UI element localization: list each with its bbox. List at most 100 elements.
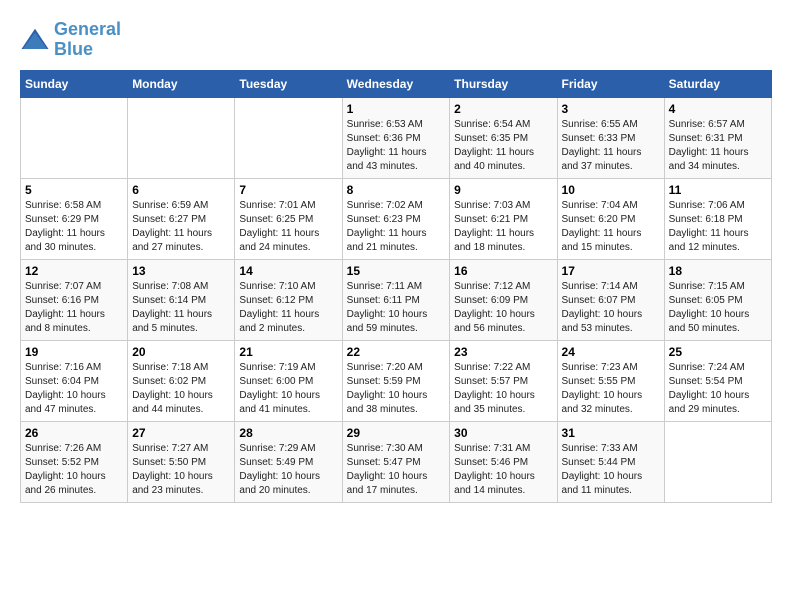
day-number: 31 bbox=[562, 426, 660, 440]
day-info: Sunrise: 7:27 AM Sunset: 5:50 PM Dayligh… bbox=[132, 442, 230, 498]
day-cell: 18 Sunrise: 7:15 AM Sunset: 6:05 PM Dayli… bbox=[664, 259, 771, 340]
day-info: Sunrise: 6:57 AM Sunset: 6:31 PM Dayligh… bbox=[669, 118, 767, 174]
day-number: 3 bbox=[562, 102, 660, 116]
day-number: 10 bbox=[562, 183, 660, 197]
day-cell: 19 Sunrise: 7:16 AM Sunset: 6:04 PM Dayli… bbox=[21, 340, 128, 421]
day-cell: 14 Sunrise: 7:10 AM Sunset: 6:12 PM Dayli… bbox=[235, 259, 342, 340]
weekday-header-row: SundayMondayTuesdayWednesdayThursdayFrid… bbox=[21, 70, 772, 97]
day-cell: 6 Sunrise: 6:59 AM Sunset: 6:27 PM Daylig… bbox=[128, 178, 235, 259]
day-info: Sunrise: 7:16 AM Sunset: 6:04 PM Dayligh… bbox=[25, 361, 123, 417]
day-cell: 22 Sunrise: 7:20 AM Sunset: 5:59 PM Dayli… bbox=[342, 340, 450, 421]
day-cell: 3 Sunrise: 6:55 AM Sunset: 6:33 PM Daylig… bbox=[557, 97, 664, 178]
day-info: Sunrise: 7:02 AM Sunset: 6:23 PM Dayligh… bbox=[347, 199, 446, 255]
day-cell: 2 Sunrise: 6:54 AM Sunset: 6:35 PM Daylig… bbox=[450, 97, 557, 178]
day-number: 28 bbox=[239, 426, 337, 440]
day-cell: 5Sunrise: 6:58 AM Sunset: 6:29 PM Daylig… bbox=[21, 178, 128, 259]
day-info: Sunrise: 7:22 AM Sunset: 5:57 PM Dayligh… bbox=[454, 361, 552, 417]
day-info: Sunrise: 6:54 AM Sunset: 6:35 PM Dayligh… bbox=[454, 118, 552, 174]
day-number: 15 bbox=[347, 264, 446, 278]
day-cell: 13 Sunrise: 7:08 AM Sunset: 6:14 PM Dayli… bbox=[128, 259, 235, 340]
day-cell: 31 Sunrise: 7:33 AM Sunset: 5:44 PM Dayli… bbox=[557, 421, 664, 502]
day-cell: 17 Sunrise: 7:14 AM Sunset: 6:07 PM Dayli… bbox=[557, 259, 664, 340]
weekday-monday: Monday bbox=[128, 70, 235, 97]
day-number: 16 bbox=[454, 264, 552, 278]
day-cell: 1 Sunrise: 6:53 AM Sunset: 6:36 PM Daylig… bbox=[342, 97, 450, 178]
day-info: Sunrise: 7:11 AM Sunset: 6:11 PM Dayligh… bbox=[347, 280, 446, 336]
day-info: Sunrise: 7:31 AM Sunset: 5:46 PM Dayligh… bbox=[454, 442, 552, 498]
day-info: Sunrise: 7:18 AM Sunset: 6:02 PM Dayligh… bbox=[132, 361, 230, 417]
day-number: 6 bbox=[132, 183, 230, 197]
day-info: Sunrise: 7:20 AM Sunset: 5:59 PM Dayligh… bbox=[347, 361, 446, 417]
day-number: 29 bbox=[347, 426, 446, 440]
day-info: Sunrise: 6:58 AM Sunset: 6:29 PM Dayligh… bbox=[25, 199, 123, 255]
day-cell: 24 Sunrise: 7:23 AM Sunset: 5:55 PM Dayli… bbox=[557, 340, 664, 421]
day-cell: 9 Sunrise: 7:03 AM Sunset: 6:21 PM Daylig… bbox=[450, 178, 557, 259]
day-number: 9 bbox=[454, 183, 552, 197]
day-info: Sunrise: 6:55 AM Sunset: 6:33 PM Dayligh… bbox=[562, 118, 660, 174]
day-cell bbox=[235, 97, 342, 178]
day-cell: 30 Sunrise: 7:31 AM Sunset: 5:46 PM Dayli… bbox=[450, 421, 557, 502]
day-cell: 10Sunrise: 7:04 AM Sunset: 6:20 PM Dayli… bbox=[557, 178, 664, 259]
day-cell: 7 Sunrise: 7:01 AM Sunset: 6:25 PM Daylig… bbox=[235, 178, 342, 259]
weekday-sunday: Sunday bbox=[21, 70, 128, 97]
weekday-tuesday: Tuesday bbox=[235, 70, 342, 97]
day-info: Sunrise: 7:15 AM Sunset: 6:05 PM Dayligh… bbox=[669, 280, 767, 336]
day-cell bbox=[664, 421, 771, 502]
weekday-saturday: Saturday bbox=[664, 70, 771, 97]
day-cell: 25Sunrise: 7:24 AM Sunset: 5:54 PM Dayli… bbox=[664, 340, 771, 421]
day-cell: 21Sunrise: 7:19 AM Sunset: 6:00 PM Dayli… bbox=[235, 340, 342, 421]
page-header: General Blue bbox=[20, 20, 772, 60]
week-row-3: 12 Sunrise: 7:07 AM Sunset: 6:16 PM Dayli… bbox=[21, 259, 772, 340]
day-info: Sunrise: 7:07 AM Sunset: 6:16 PM Dayligh… bbox=[25, 280, 123, 336]
day-cell: 20Sunrise: 7:18 AM Sunset: 6:02 PM Dayli… bbox=[128, 340, 235, 421]
day-number: 22 bbox=[347, 345, 446, 359]
day-number: 14 bbox=[239, 264, 337, 278]
day-info: Sunrise: 7:12 AM Sunset: 6:09 PM Dayligh… bbox=[454, 280, 552, 336]
day-number: 25 bbox=[669, 345, 767, 359]
day-number: 12 bbox=[25, 264, 123, 278]
weekday-friday: Friday bbox=[557, 70, 664, 97]
day-info: Sunrise: 6:59 AM Sunset: 6:27 PM Dayligh… bbox=[132, 199, 230, 255]
weekday-wednesday: Wednesday bbox=[342, 70, 450, 97]
day-number: 8 bbox=[347, 183, 446, 197]
day-number: 13 bbox=[132, 264, 230, 278]
day-info: Sunrise: 7:03 AM Sunset: 6:21 PM Dayligh… bbox=[454, 199, 552, 255]
day-cell: 16 Sunrise: 7:12 AM Sunset: 6:09 PM Dayli… bbox=[450, 259, 557, 340]
week-row-1: 1 Sunrise: 6:53 AM Sunset: 6:36 PM Daylig… bbox=[21, 97, 772, 178]
day-number: 7 bbox=[239, 183, 337, 197]
day-cell: 26 Sunrise: 7:26 AM Sunset: 5:52 PM Dayli… bbox=[21, 421, 128, 502]
day-number: 4 bbox=[669, 102, 767, 116]
day-number: 1 bbox=[347, 102, 446, 116]
day-number: 30 bbox=[454, 426, 552, 440]
day-number: 23 bbox=[454, 345, 552, 359]
day-info: Sunrise: 7:23 AM Sunset: 5:55 PM Dayligh… bbox=[562, 361, 660, 417]
day-info: Sunrise: 7:01 AM Sunset: 6:25 PM Dayligh… bbox=[239, 199, 337, 255]
day-info: Sunrise: 7:33 AM Sunset: 5:44 PM Dayligh… bbox=[562, 442, 660, 498]
day-cell: 29Sunrise: 7:30 AM Sunset: 5:47 PM Dayli… bbox=[342, 421, 450, 502]
calendar-body: 1 Sunrise: 6:53 AM Sunset: 6:36 PM Daylig… bbox=[21, 97, 772, 502]
day-number: 18 bbox=[669, 264, 767, 278]
day-info: Sunrise: 7:14 AM Sunset: 6:07 PM Dayligh… bbox=[562, 280, 660, 336]
week-row-2: 5Sunrise: 6:58 AM Sunset: 6:29 PM Daylig… bbox=[21, 178, 772, 259]
day-info: Sunrise: 7:19 AM Sunset: 6:00 PM Dayligh… bbox=[239, 361, 337, 417]
logo-text: General Blue bbox=[54, 20, 121, 60]
day-cell: 23 Sunrise: 7:22 AM Sunset: 5:57 PM Dayli… bbox=[450, 340, 557, 421]
day-number: 27 bbox=[132, 426, 230, 440]
day-number: 26 bbox=[25, 426, 123, 440]
day-cell: 8 Sunrise: 7:02 AM Sunset: 6:23 PM Daylig… bbox=[342, 178, 450, 259]
day-cell: 12 Sunrise: 7:07 AM Sunset: 6:16 PM Dayli… bbox=[21, 259, 128, 340]
day-number: 2 bbox=[454, 102, 552, 116]
day-cell bbox=[128, 97, 235, 178]
week-row-4: 19 Sunrise: 7:16 AM Sunset: 6:04 PM Dayli… bbox=[21, 340, 772, 421]
day-info: Sunrise: 7:08 AM Sunset: 6:14 PM Dayligh… bbox=[132, 280, 230, 336]
day-info: Sunrise: 7:26 AM Sunset: 5:52 PM Dayligh… bbox=[25, 442, 123, 498]
day-number: 17 bbox=[562, 264, 660, 278]
day-number: 19 bbox=[25, 345, 123, 359]
day-cell: 4 Sunrise: 6:57 AM Sunset: 6:31 PM Daylig… bbox=[664, 97, 771, 178]
day-info: Sunrise: 7:29 AM Sunset: 5:49 PM Dayligh… bbox=[239, 442, 337, 498]
day-info: Sunrise: 6:53 AM Sunset: 6:36 PM Dayligh… bbox=[347, 118, 446, 174]
day-number: 11 bbox=[669, 183, 767, 197]
day-number: 24 bbox=[562, 345, 660, 359]
day-info: Sunrise: 7:10 AM Sunset: 6:12 PM Dayligh… bbox=[239, 280, 337, 336]
day-cell: 27 Sunrise: 7:27 AM Sunset: 5:50 PM Dayli… bbox=[128, 421, 235, 502]
